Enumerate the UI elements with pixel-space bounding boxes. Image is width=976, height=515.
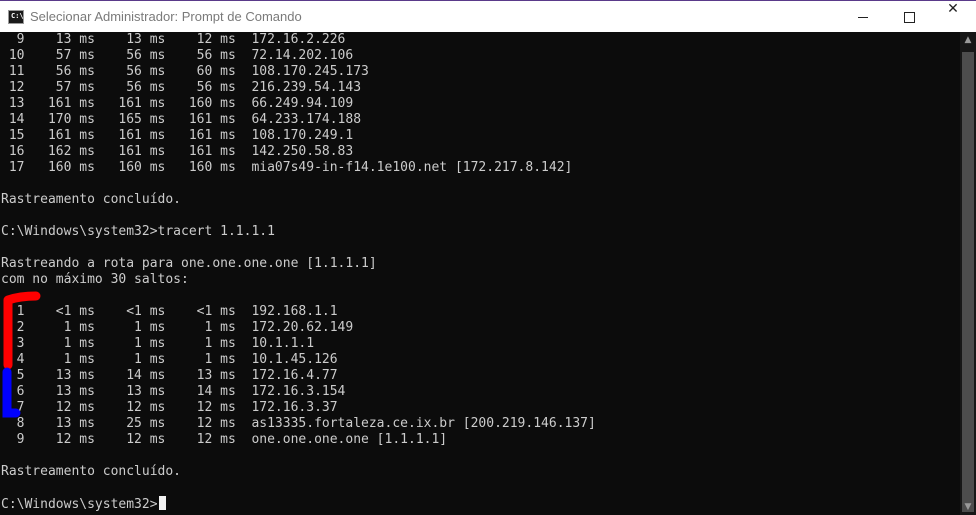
console-line: Rastreando a rota para one.one.one.one [… — [1, 256, 377, 271]
console-line: com no máximo 30 saltos: — [1, 272, 189, 287]
minimize-button[interactable] — [840, 1, 886, 32]
maximize-button[interactable] — [886, 1, 932, 32]
console-line: 11 56 ms 56 ms 60 ms 108.170.245.173 — [1, 64, 369, 79]
minimize-icon — [858, 17, 868, 18]
console-line: 17 160 ms 160 ms 160 ms mia07s49-in-f14.… — [1, 160, 573, 175]
console-line: 7 12 ms 12 ms 12 ms 172.16.3.37 — [1, 400, 338, 415]
cmd-icon: C:\ — [8, 10, 24, 24]
scroll-up-icon[interactable]: ▲ — [960, 32, 976, 48]
cmd-icon-text: C:\ — [11, 12, 24, 20]
console-line: Rastreamento concluído. — [1, 192, 182, 207]
maximize-icon — [904, 12, 915, 23]
console-line: C:\Windows\system32>tracert 1.1.1.1 — [1, 224, 275, 239]
scroll-down-icon[interactable]: ▼ — [960, 499, 976, 515]
console-line: 15 161 ms 161 ms 161 ms 108.170.249.1 — [1, 128, 354, 143]
console-line: 9 12 ms 12 ms 12 ms one.one.one.one [1.1… — [1, 432, 448, 447]
console-output[interactable]: 9 13 ms 13 ms 12 ms 172.16.2.226 10 57 m… — [0, 32, 960, 515]
console-line: 14 170 ms 165 ms 161 ms 64.233.174.188 — [1, 112, 362, 127]
console-line: 6 13 ms 13 ms 14 ms 172.16.3.154 — [1, 384, 346, 399]
console-line: 8 13 ms 25 ms 12 ms as13335.fortaleza.ce… — [1, 416, 596, 431]
console-line: 4 1 ms 1 ms 1 ms 10.1.45.126 — [1, 352, 338, 367]
console-line: 1 <1 ms <1 ms <1 ms 192.168.1.1 — [1, 304, 338, 319]
console-line: Rastreamento concluído. — [1, 464, 182, 479]
console-line: 5 13 ms 14 ms 13 ms 172.16.4.77 — [1, 368, 338, 383]
console-line: 16 162 ms 161 ms 161 ms 142.250.58.83 — [1, 144, 354, 159]
console-line: 10 57 ms 56 ms 56 ms 72.14.202.106 — [1, 48, 354, 63]
window-title: Selecionar Administrador: Prompt de Coma… — [30, 9, 302, 24]
close-button[interactable]: ✕ — [930, 1, 976, 32]
console-line: 3 1 ms 1 ms 1 ms 10.1.1.1 — [1, 336, 315, 351]
console-line: 12 57 ms 56 ms 56 ms 216.239.54.143 — [1, 80, 362, 95]
text-cursor — [158, 496, 166, 510]
console-line: 13 161 ms 161 ms 160 ms 66.249.94.109 — [1, 96, 354, 111]
close-icon: ✕ — [947, 1, 959, 17]
title-bar[interactable]: C:\ Selecionar Administrador: Prompt de … — [0, 0, 976, 32]
vertical-scrollbar[interactable]: ▲ ▼ — [960, 32, 976, 515]
console-line: C:\Windows\system32> — [1, 496, 166, 512]
console-line: 2 1 ms 1 ms 1 ms 172.20.62.149 — [1, 320, 354, 335]
scroll-thumb[interactable] — [962, 52, 974, 512]
console-line: 9 13 ms 13 ms 12 ms 172.16.2.226 — [1, 32, 346, 47]
